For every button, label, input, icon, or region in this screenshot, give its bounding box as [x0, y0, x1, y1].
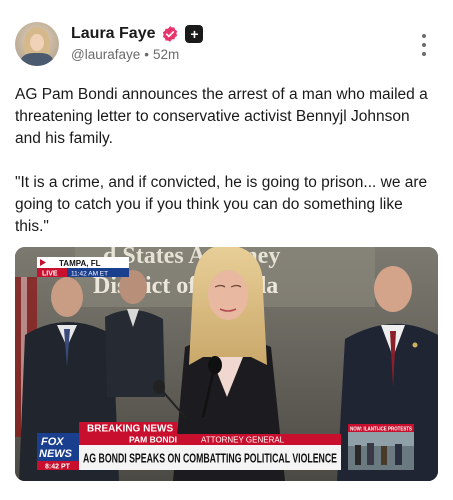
microphone [208, 356, 222, 374]
post-paragraph-2: "It is a crime, and if convicted, he is … [15, 174, 428, 235]
headline-text: AG BONDI SPEAKS ON COMBATTING POLITICAL … [83, 452, 337, 466]
verified-badge-icon [163, 26, 178, 42]
author-handle[interactable]: @laurafaye [71, 47, 140, 62]
inset-label: NOW: ILANTI-ICE PROTESTS [350, 427, 412, 433]
video-frame: d States Attorney District of Florida TA… [15, 247, 438, 481]
more-options-icon[interactable] [420, 34, 428, 56]
avatar-face [30, 34, 44, 51]
left-person-head [51, 277, 83, 317]
location-text: TAMPA, FL [59, 259, 101, 268]
author-handle-line: @laurafaye • 52m [71, 47, 179, 62]
speaker-name: PAM BONDI [129, 435, 177, 445]
author-display-name[interactable]: Laura Faye [71, 25, 155, 43]
post-timestamp[interactable]: 52m [153, 47, 179, 62]
post-video[interactable]: d States Attorney District of Florida TA… [15, 247, 438, 481]
post-paragraph-1: AG Pam Bondi announces the arrest of a m… [15, 86, 428, 147]
post-body: AG Pam Bondi announces the arrest of a m… [15, 84, 435, 238]
plus-badge-icon: + [185, 25, 204, 43]
live-label: LIVE [42, 271, 58, 278]
avatar-shirt [21, 53, 53, 66]
post-header: Laura Faye + @laurafaye • 52m [15, 22, 440, 66]
avatar[interactable] [15, 22, 59, 66]
separator-dot: • [144, 47, 149, 62]
author-name-line: Laura Faye + [71, 23, 204, 45]
network-time: 8:42 PT [45, 464, 71, 471]
speaker-title: ATTORNEY GENERAL [201, 436, 285, 445]
fox-logo-line-2: NEWS [39, 448, 73, 460]
live-time: 11:42 AM ET [71, 271, 108, 278]
speaker-face [208, 270, 248, 320]
breaking-news-label: BREAKING NEWS [87, 424, 173, 435]
fox-logo-line-1: FOX [41, 436, 64, 448]
right-person-head [374, 266, 412, 312]
